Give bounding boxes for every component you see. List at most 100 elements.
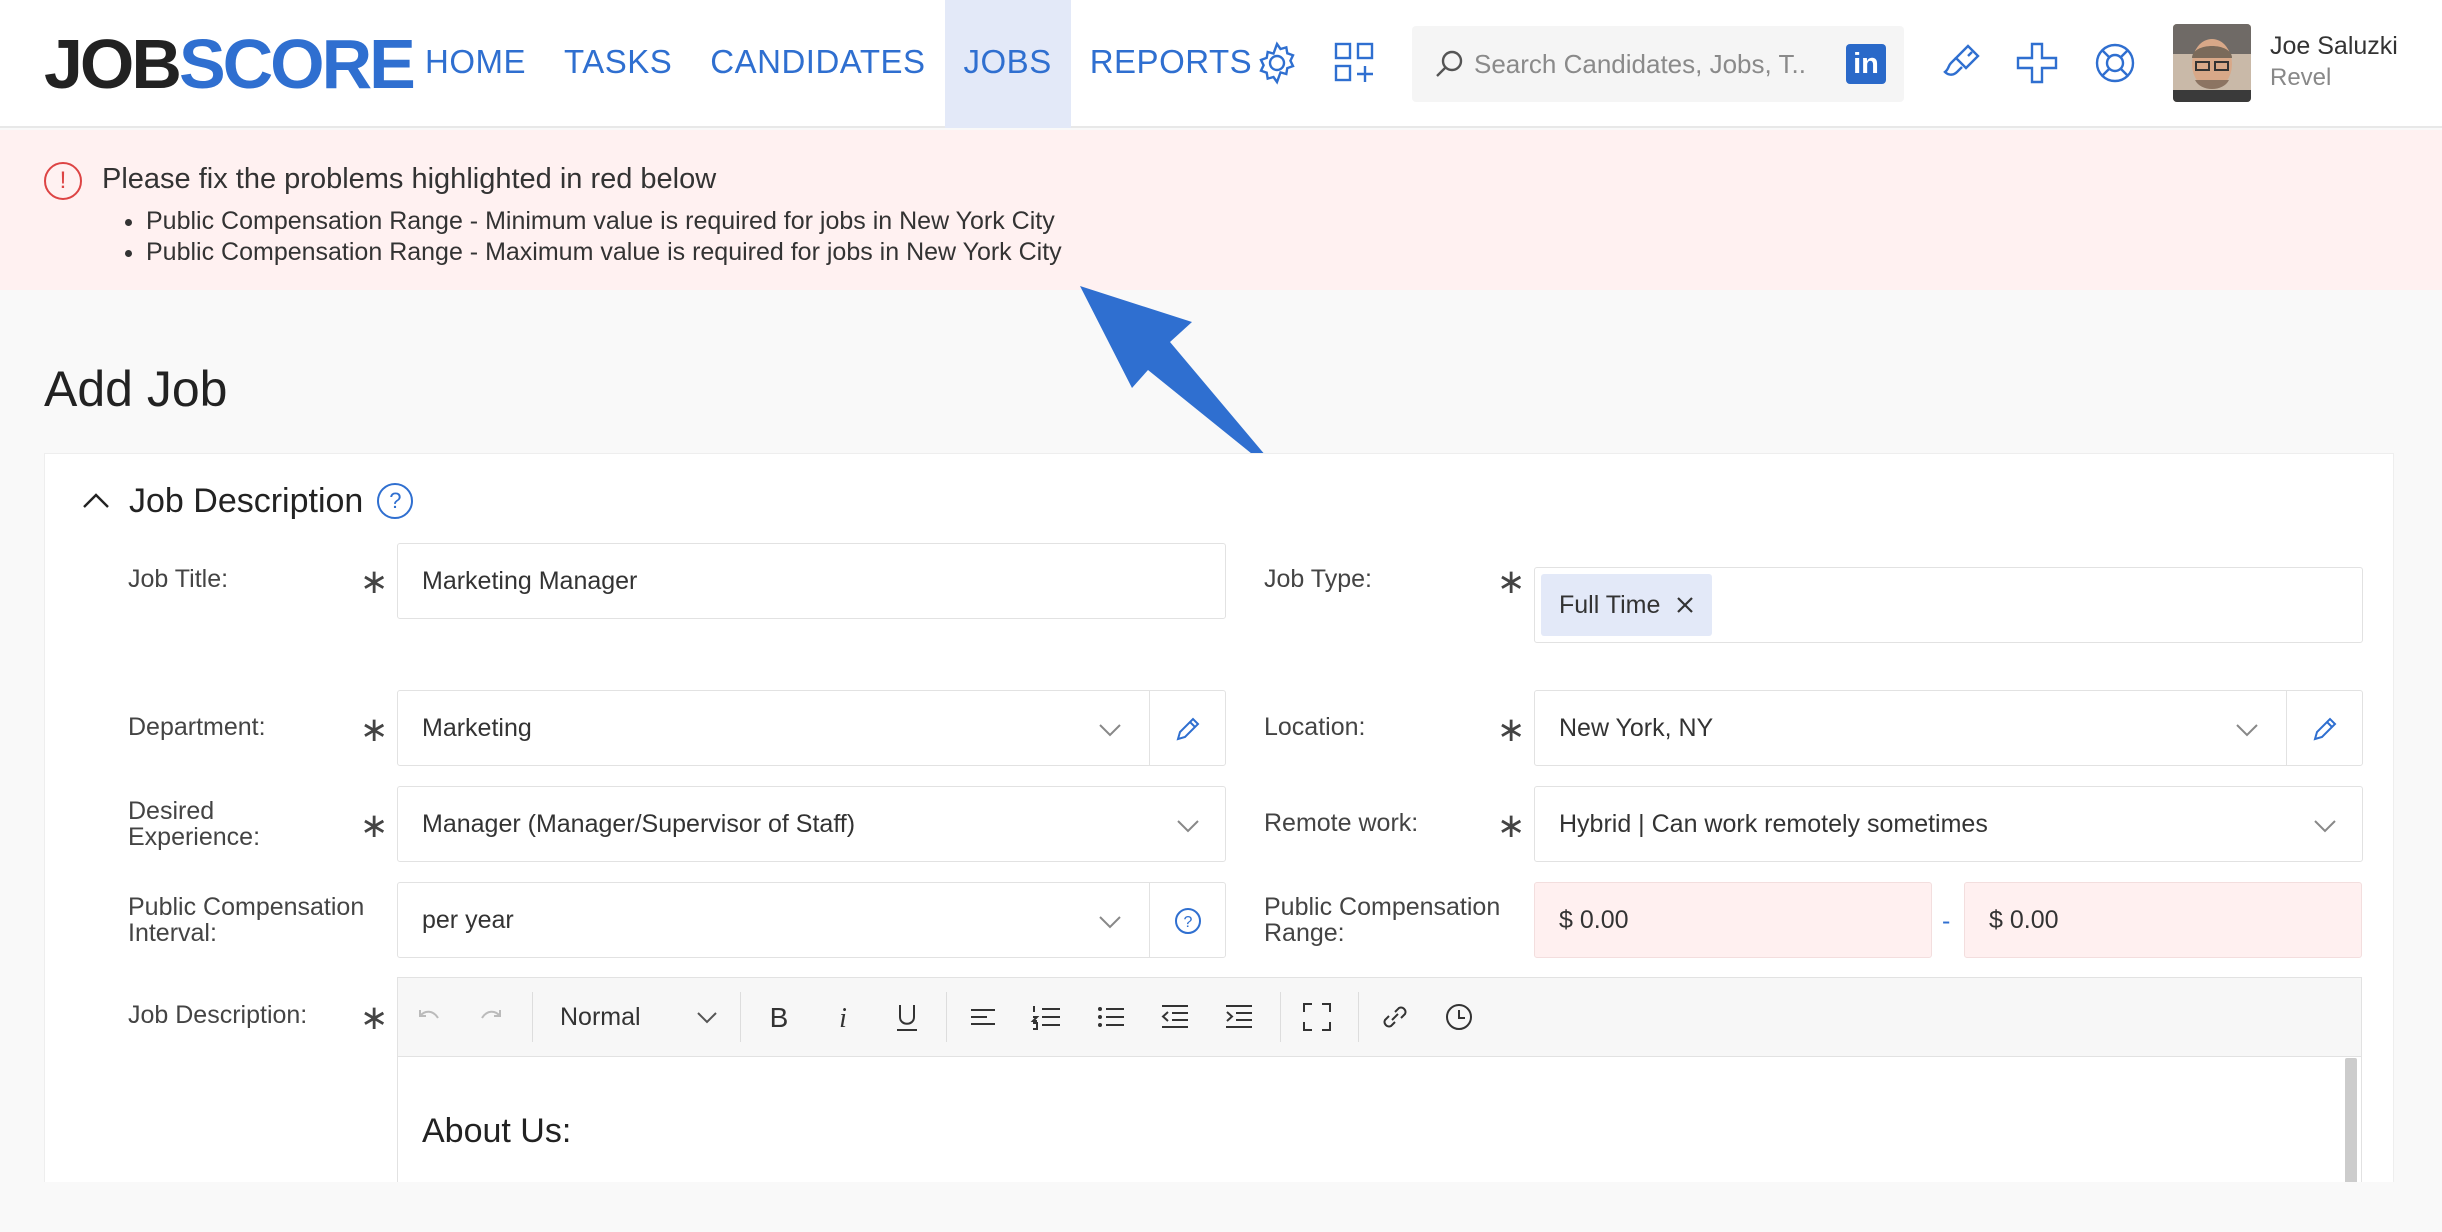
location-label: Location: <box>1264 713 1366 741</box>
search-input[interactable] <box>1474 26 1804 102</box>
experience-select[interactable]: Manager (Manager/Supervisor of Staff) <box>397 786 1226 862</box>
comp-interval-label-line1: Public Compensation <box>128 893 365 921</box>
job-title-input[interactable]: Marketing Manager <box>397 543 1226 619</box>
chevron-up-icon[interactable] <box>81 486 111 516</box>
plus-icon[interactable] <box>2014 40 2060 86</box>
comp-interval-value: per year <box>422 906 514 934</box>
page-title: Add Job <box>44 361 228 417</box>
editor-toolbar: Normal B i <box>398 978 2361 1057</box>
format-select[interactable]: Normal <box>560 978 641 1057</box>
chevron-down-icon <box>2314 820 2336 833</box>
top-header: JOBSCORE HOME TASKS CANDIDATES JOBS REPO… <box>0 0 2442 128</box>
chevron-down-icon <box>1099 724 1121 737</box>
close-icon[interactable] <box>1676 596 1694 614</box>
user-name[interactable]: Joe Saluzki <box>2270 32 2398 61</box>
edit-department-button[interactable] <box>1149 691 1225 765</box>
required-marker: ∗ <box>1497 563 1526 601</box>
department-select[interactable]: Marketing <box>397 690 1226 766</box>
comp-interval-select[interactable]: per year ? <box>397 882 1226 958</box>
job-title-value: Marketing Manager <box>422 567 638 595</box>
department-value: Marketing <box>422 714 532 742</box>
comp-range-label-line2: Range: <box>1264 919 1345 947</box>
lifebuoy-icon[interactable] <box>2092 40 2138 86</box>
bold-icon[interactable]: B <box>762 1000 796 1034</box>
comp-range-min-value: $ 0.00 <box>1559 906 1629 934</box>
logo-text-score: SCORE <box>178 25 416 103</box>
svg-text:i: i <box>839 1003 847 1034</box>
job-type-multiselect[interactable]: Full Time <box>1534 567 2363 643</box>
required-marker: ∗ <box>360 807 389 845</box>
job-type-tag: Full Time <box>1541 574 1713 636</box>
error-icon: ! <box>44 162 82 200</box>
jobscore-logo[interactable]: JOBSCORE <box>44 25 416 103</box>
comp-range-label-line1: Public Compensation <box>1264 893 1501 921</box>
search-icon <box>1434 48 1466 80</box>
nav-home[interactable]: HOME <box>406 0 545 128</box>
error-list: Public Compensation Range - Minimum valu… <box>146 206 1062 268</box>
location-select[interactable]: New York, NY <box>1534 690 2363 766</box>
job-description-label: Job Description: <box>128 1001 308 1029</box>
nav-reports[interactable]: REPORTS <box>1071 0 1271 128</box>
experience-value: Manager (Manager/Supervisor of Staff) <box>422 810 856 838</box>
comp-range-min-input[interactable]: $ 0.00 <box>1534 882 1932 958</box>
main-nav: HOME TASKS CANDIDATES JOBS REPORTS <box>406 0 1271 128</box>
job-title-label: Job Title: <box>128 565 229 593</box>
required-marker: ∗ <box>1497 711 1526 749</box>
svg-text:B: B <box>770 1002 789 1033</box>
remote-work-select[interactable]: Hybrid | Can work remotely sometimes <box>1534 786 2363 862</box>
error-item-max: Public Compensation Range - Maximum valu… <box>146 237 1062 268</box>
help-icon[interactable]: ? <box>377 483 414 519</box>
edit-location-button[interactable] <box>2286 691 2362 765</box>
chevron-down-icon[interactable] <box>690 1000 724 1034</box>
chevron-down-icon <box>1099 916 1121 929</box>
chevron-down-icon <box>2236 724 2258 737</box>
linkedin-icon[interactable]: in <box>1846 44 1886 84</box>
align-left-icon[interactable] <box>966 1000 1000 1034</box>
error-title: Please fix the problems highlighted in r… <box>102 163 717 195</box>
user-org: Revel <box>2270 64 2332 91</box>
link-icon[interactable] <box>1378 1000 1412 1034</box>
comp-interval-label-line2: Interval: <box>128 919 217 947</box>
remote-work-label: Remote work: <box>1264 809 1419 837</box>
pencil-icon <box>2313 717 2337 741</box>
nav-jobs[interactable]: JOBS <box>944 0 1071 128</box>
indent-icon[interactable] <box>1222 1000 1256 1034</box>
comp-range-max-input[interactable]: $ 0.00 <box>1964 882 2362 958</box>
fullscreen-icon[interactable] <box>1300 1000 1334 1034</box>
underline-icon[interactable] <box>890 1000 924 1034</box>
department-label: Department: <box>128 713 266 741</box>
error-banner: ! Please fix the problems highlighted in… <box>0 130 2442 290</box>
required-marker: ∗ <box>1497 807 1526 845</box>
outdent-icon[interactable] <box>1158 1000 1192 1034</box>
annotation-arrow-icon <box>1080 286 1266 462</box>
comp-interval-help-button[interactable]: ? <box>1149 883 1225 957</box>
page-bottom <box>0 1182 2442 1232</box>
avatar[interactable] <box>2173 24 2251 102</box>
unordered-list-icon[interactable] <box>1094 1000 1128 1034</box>
section-header[interactable]: Job Description ? <box>81 476 414 526</box>
nav-tasks[interactable]: TASKS <box>545 0 691 128</box>
editor-content-heading[interactable]: About Us: <box>422 1112 571 1151</box>
chevron-down-icon <box>1177 820 1199 833</box>
experience-label-line2: Experience: <box>128 823 261 851</box>
apps-add-icon[interactable] <box>1332 40 1378 86</box>
required-marker: ∗ <box>360 999 389 1037</box>
required-marker: ∗ <box>360 711 389 749</box>
italic-icon[interactable]: i <box>826 1000 860 1034</box>
help-icon: ? <box>1175 908 1201 934</box>
section-title: Job Description <box>129 481 364 520</box>
paintbrush-icon[interactable] <box>1938 40 1984 86</box>
global-search[interactable] <box>1412 26 1904 102</box>
ordered-list-icon[interactable] <box>1030 1000 1064 1034</box>
logo-text-job: JOB <box>44 25 182 103</box>
range-separator: - <box>1942 907 1951 935</box>
clock-icon[interactable] <box>1442 1000 1476 1034</box>
undo-icon[interactable] <box>412 1000 446 1034</box>
gear-icon[interactable] <box>1254 40 1300 86</box>
nav-candidates[interactable]: CANDIDATES <box>691 0 944 128</box>
remote-work-value: Hybrid | Can work remotely sometimes <box>1559 810 1988 838</box>
comp-range-max-value: $ 0.00 <box>1989 906 2059 934</box>
location-value: New York, NY <box>1559 714 1714 742</box>
comp-interval-label: Public Compensation Interval: <box>128 894 364 946</box>
redo-icon[interactable] <box>474 1000 508 1034</box>
